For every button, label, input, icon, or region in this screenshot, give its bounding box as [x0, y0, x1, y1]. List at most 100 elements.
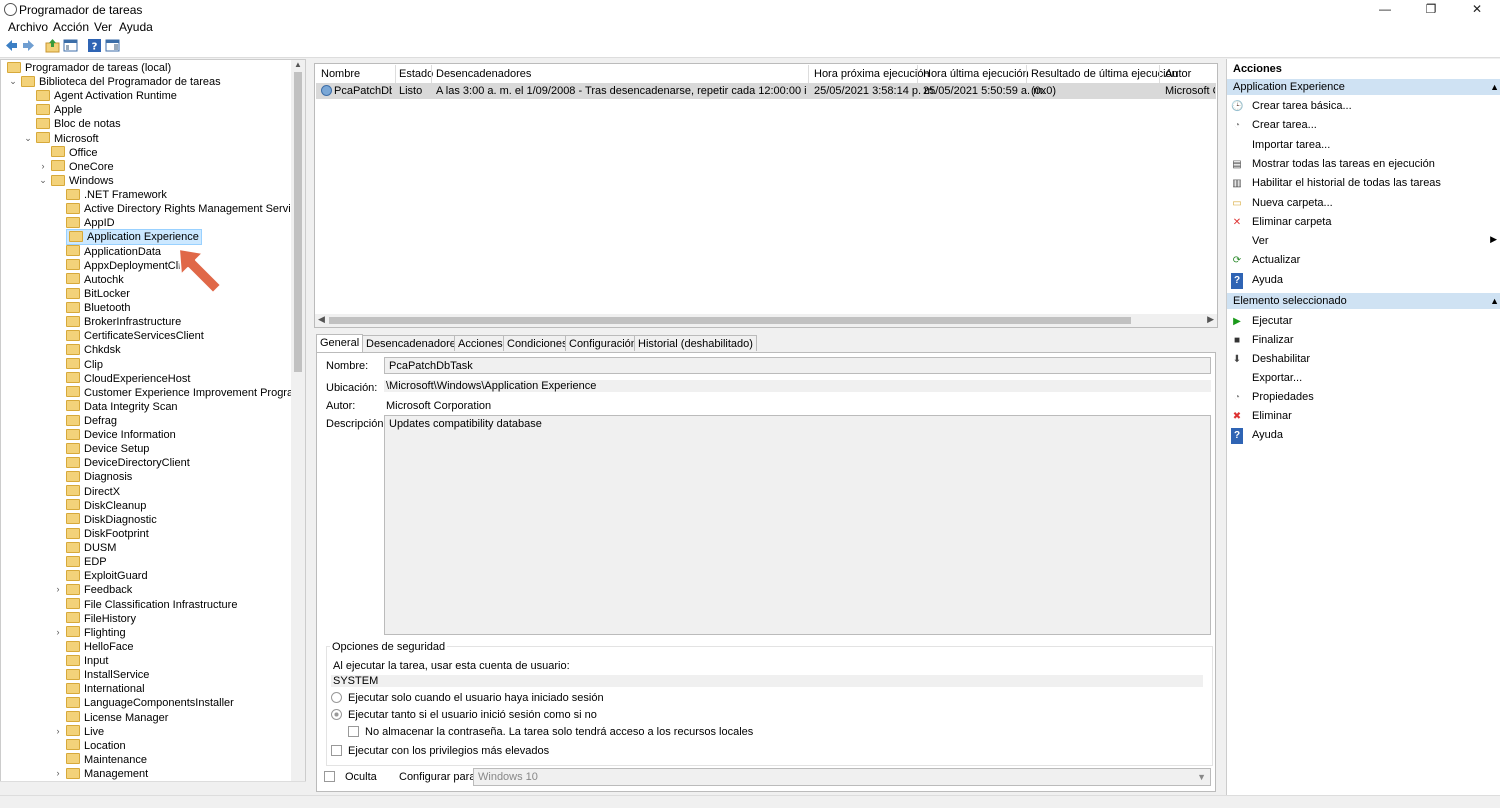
forward-arrow-icon[interactable] [21, 38, 36, 53]
scroll-left-icon[interactable]: ◀ [318, 314, 325, 325]
configure-for-select[interactable]: Windows 10 ▼ [473, 768, 1211, 786]
tree-item-license-manager[interactable]: License Manager [66, 711, 168, 725]
action-section1_items-8[interactable]: ⟳ Actualizar [1231, 252, 1301, 268]
action-section1_items-6[interactable]: ✕ Eliminar carpeta [1231, 214, 1332, 230]
tree-item-office[interactable]: Office [51, 146, 98, 160]
tree-item-apple[interactable]: Apple [36, 103, 82, 117]
tree-scroll-thumb[interactable] [294, 72, 302, 372]
action-section2_items-5[interactable]: ✖ Eliminar [1231, 408, 1292, 424]
expand-chevron-icon[interactable]: ⌄ [8, 76, 18, 87]
tree-item-bluetooth[interactable]: Bluetooth [66, 301, 130, 315]
tab-general[interactable]: General [316, 334, 364, 352]
tree-item-input[interactable]: Input [66, 654, 108, 668]
section-application-experience[interactable]: Application Experience ▲ [1227, 79, 1500, 95]
action-section2_items-2[interactable]: ⬇ Deshabilitar [1231, 351, 1310, 367]
action-section2_items-3[interactable]: Exportar... [1231, 370, 1302, 386]
menu-ayuda[interactable]: Ayuda [119, 20, 153, 34]
menu-archivo[interactable]: Archivo [8, 20, 48, 34]
action-section1_items-0[interactable]: 🕒 Crear tarea básica... [1231, 98, 1352, 114]
checkbox-icon[interactable] [348, 725, 359, 737]
tree-item-bloc-de-notas[interactable]: Bloc de notas [36, 117, 121, 131]
tree-item-onecore[interactable]: OneCore [51, 160, 114, 174]
tree-item-data-integrity-scan[interactable]: Data Integrity Scan [66, 400, 178, 414]
radio-unselected-icon[interactable] [331, 691, 342, 703]
tree-item-device-information[interactable]: Device Information [66, 428, 176, 442]
tab-condiciones[interactable]: Condiciones [503, 335, 572, 351]
submenu-arrow-icon[interactable]: ▶ [1490, 234, 1497, 245]
tree-item-management[interactable]: Management [66, 767, 148, 781]
scroll-right-icon[interactable]: ▶ [1207, 314, 1214, 325]
collapse-chevron-icon[interactable]: › [53, 726, 63, 736]
column-hora-proxima[interactable]: Hora próxima ejecución [814, 68, 930, 80]
column-resultado[interactable]: Resultado de última ejecución [1031, 68, 1178, 80]
tree-item-application-experience[interactable]: Application Experience [66, 229, 202, 246]
tree-item-microsoft[interactable]: Microsoft [36, 132, 99, 146]
column-autor[interactable]: Autor [1165, 68, 1191, 80]
tab-historial[interactable]: Historial (deshabilitado) [634, 335, 757, 351]
tree-item-exploitguard[interactable]: ExploitGuard [66, 569, 148, 583]
radio-selected-icon[interactable] [331, 708, 342, 720]
action-section2_items-6[interactable]: ? Ayuda [1231, 427, 1283, 444]
tree-item-clip[interactable]: Clip [66, 358, 103, 372]
tree-item-feedback[interactable]: Feedback [66, 583, 132, 597]
tree-item-net-framework[interactable]: .NET Framework [66, 188, 167, 202]
tree-item-dusm[interactable]: DUSM [66, 541, 116, 555]
tree-item-devicedirectoryclient[interactable]: DeviceDirectoryClient [66, 456, 190, 470]
tree-item-brokerinfrastructure[interactable]: BrokerInfrastructure [66, 315, 181, 329]
column-desencadenadores[interactable]: Desencadenadores [436, 68, 531, 80]
tree-item-device-setup[interactable]: Device Setup [66, 442, 149, 456]
tree-item-bitlocker[interactable]: BitLocker [66, 287, 130, 301]
action-section1_items-1[interactable]: ◔ Crear tarea... [1231, 117, 1317, 133]
expand-chevron-icon[interactable]: ⌄ [23, 133, 33, 144]
chevron-down-icon[interactable]: ▼ [1197, 771, 1206, 783]
restore-button[interactable]: ❐ [1408, 0, 1454, 18]
help-icon[interactable]: ? [87, 38, 102, 53]
tree-item-autochk[interactable]: Autochk [66, 273, 124, 287]
collapse-icon[interactable]: ▲ [1490, 293, 1499, 309]
checkbox-hidden[interactable]: Oculta [324, 770, 377, 783]
tree-item-customer-experience-improvement-program[interactable]: Customer Experience Improvement Program [66, 386, 302, 400]
minimize-button[interactable]: — [1362, 0, 1408, 18]
tree-item-edp[interactable]: EDP [66, 555, 107, 569]
expand-chevron-icon[interactable]: ⌄ [38, 175, 48, 186]
collapse-chevron-icon[interactable]: › [38, 161, 48, 171]
action-section1_items-4[interactable]: ▥ Habilitar el historial de todas las tar… [1231, 175, 1441, 191]
column-hora-ultima[interactable]: Hora última ejecución [923, 68, 1029, 80]
tree-item-windows[interactable]: Windows [51, 174, 114, 188]
action-section1_items-7[interactable]: Ver [1231, 233, 1269, 249]
tree-item-applicationdata[interactable]: ApplicationData [66, 245, 161, 259]
tree-item-file-classification-infrastructure[interactable]: File Classification Infrastructure [66, 598, 237, 612]
tree-item-agent-activation-runtime[interactable]: Agent Activation Runtime [36, 89, 177, 103]
tree-item-languagecomponentsinstaller[interactable]: LanguageComponentsInstaller [66, 696, 234, 710]
description-field[interactable]: Updates compatibility database [384, 415, 1211, 635]
tree-item-international[interactable]: International [66, 682, 145, 696]
action-section1_items-5[interactable]: ▭ Nueva carpeta... [1231, 195, 1332, 211]
section-elemento-seleccionado[interactable]: Elemento seleccionado ▲ [1227, 293, 1500, 309]
collapse-chevron-icon[interactable]: › [53, 584, 63, 594]
tree-item-live[interactable]: Live [66, 725, 104, 739]
tree-item-maintenance[interactable]: Maintenance [66, 753, 147, 767]
tree-item-certificateservicesclient[interactable]: CertificateServicesClient [66, 329, 204, 343]
action-section2_items-4[interactable]: ◔ Propiedades [1231, 389, 1314, 405]
tab-acciones[interactable]: Acciones [454, 335, 507, 351]
menu-accion[interactable]: Acción [53, 20, 89, 34]
checkbox-icon[interactable] [331, 744, 342, 756]
tree-item-library[interactable]: Biblioteca del Programador de tareas [21, 75, 221, 89]
tree-item-diagnosis[interactable]: Diagnosis [66, 470, 132, 484]
tree-horizontal-scrollbar[interactable] [0, 781, 306, 796]
column-estado[interactable]: Estado [399, 68, 433, 80]
menu-ver[interactable]: Ver [94, 20, 112, 34]
name-field[interactable]: PcaPatchDbTask [384, 357, 1211, 374]
tree-item-installservice[interactable]: InstallService [66, 668, 149, 682]
back-arrow-icon[interactable] [4, 38, 19, 53]
tree-item-directx[interactable]: DirectX [66, 485, 120, 499]
show-hide-tree-icon[interactable] [63, 38, 78, 53]
tree-item-defrag[interactable]: Defrag [66, 414, 117, 428]
tree-vertical-scrollbar[interactable]: ▲ ▼ [291, 60, 305, 794]
checkbox-highest-privileges[interactable]: Ejecutar con los privilegios más elevado… [331, 744, 549, 757]
tree-item-helloface[interactable]: HelloFace [66, 640, 134, 654]
tasklist-horizontal-scrollbar[interactable]: ◀ ▶ [315, 314, 1217, 327]
column-nombre[interactable]: Nombre [321, 68, 360, 80]
tree-item-diskcleanup[interactable]: DiskCleanup [66, 499, 146, 513]
tree-item-active-directory-rights-management-services-client[interactable]: Active Directory Rights Management Servi… [66, 202, 305, 216]
